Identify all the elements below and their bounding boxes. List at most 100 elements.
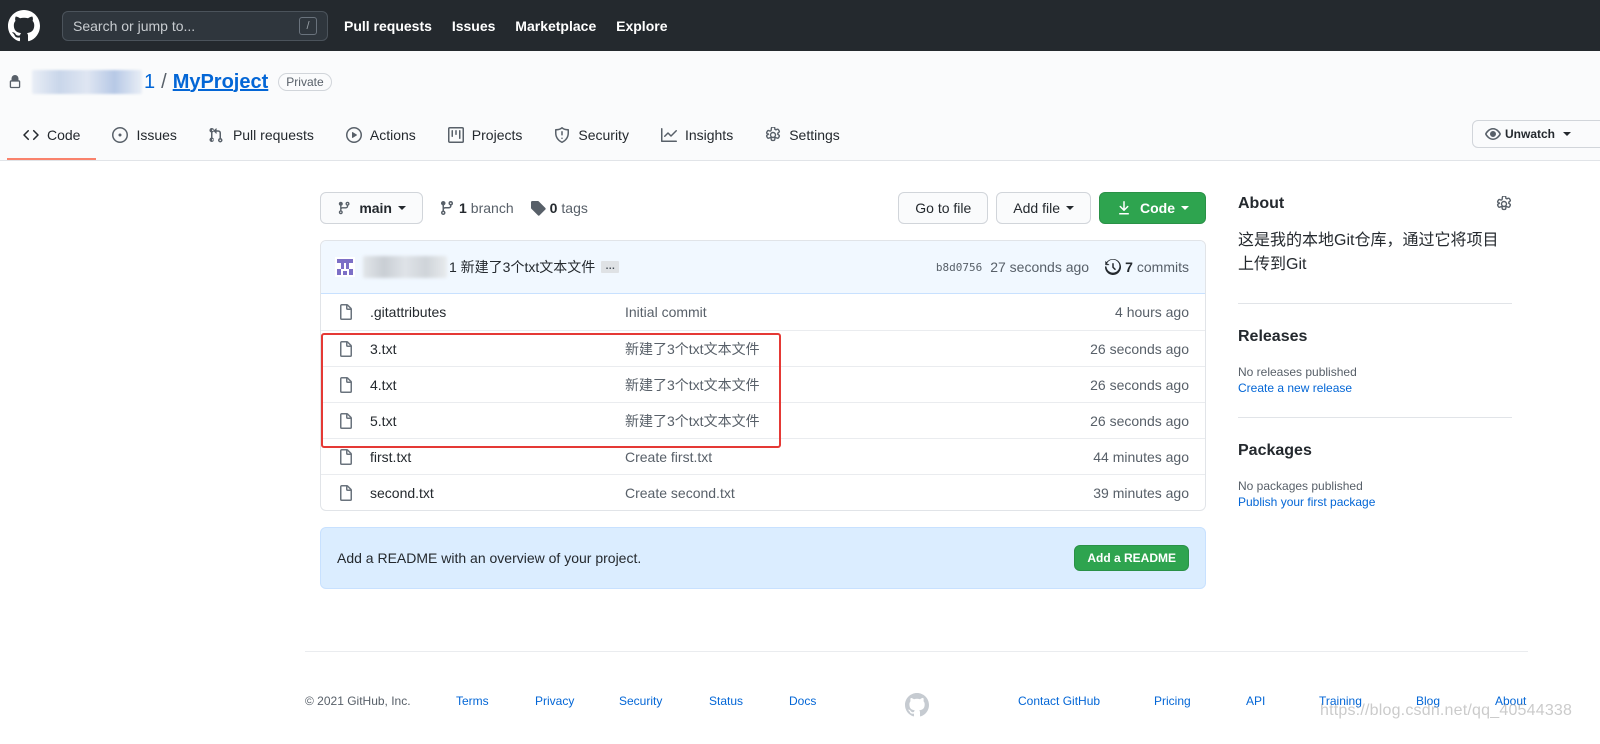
- tab-projects[interactable]: Projects: [432, 112, 539, 160]
- file-name-link[interactable]: first.txt: [370, 449, 625, 465]
- go-to-file-button[interactable]: Go to file: [898, 192, 989, 224]
- git-branch-icon: [338, 201, 350, 215]
- tab-issues[interactable]: Issues: [96, 112, 192, 160]
- file-icon: [338, 484, 354, 501]
- code-download-button[interactable]: Code: [1099, 192, 1206, 224]
- file-icon: [338, 304, 354, 320]
- repo-tabs: Code Issues Pull requests Actions Projec…: [7, 112, 856, 160]
- branches-link[interactable]: 1 branch: [439, 200, 514, 216]
- file-name-link[interactable]: 3.txt: [370, 341, 625, 357]
- tag-count: 0: [549, 200, 558, 216]
- no-releases-text: No releases published: [1238, 365, 1357, 379]
- file-commit-message[interactable]: Create first.txt: [625, 449, 1093, 465]
- tab-pull-requests[interactable]: Pull requests: [193, 112, 330, 160]
- repo-owner-blurred[interactable]: [32, 70, 142, 94]
- file-name-link[interactable]: .gitattributes: [370, 304, 625, 320]
- tab-insights[interactable]: Insights: [645, 112, 749, 160]
- avatar[interactable]: [335, 257, 355, 277]
- tab-security[interactable]: Security: [538, 112, 645, 160]
- file-commit-message[interactable]: 新建了3个txt文本文件: [625, 411, 1090, 431]
- releases-heading[interactable]: Releases: [1238, 328, 1512, 346]
- tab-actions-label: Actions: [369, 127, 416, 143]
- repo-owner-tail[interactable]: 1: [144, 71, 155, 94]
- file-row[interactable]: 3.txt 新建了3个txt文本文件 26 seconds ago: [321, 330, 1205, 366]
- footer-link-pricing[interactable]: Pricing: [1154, 694, 1191, 708]
- file-row[interactable]: first.txt Create first.txt 44 minutes ag…: [321, 438, 1205, 474]
- file-commit-message[interactable]: 新建了3个txt文本文件: [625, 375, 1090, 395]
- latest-commit-bar: 1 新建了3个txt文本文件 … b8d0756 27 seconds ago …: [321, 241, 1205, 294]
- tab-code[interactable]: Code: [7, 112, 97, 160]
- add-readme-button[interactable]: Add a README: [1074, 545, 1189, 571]
- commits-history-link[interactable]: 7 commits: [1105, 259, 1189, 275]
- shield-icon: [555, 127, 570, 143]
- add-file-button[interactable]: Add file: [996, 192, 1091, 224]
- branch-count: 1: [459, 200, 467, 216]
- visibility-badge: Private: [278, 73, 332, 91]
- nav-pull-requests[interactable]: Pull requests: [344, 18, 432, 34]
- nav-issues[interactable]: Issues: [452, 18, 496, 34]
- footer-link-contact[interactable]: Contact GitHub: [1018, 694, 1100, 708]
- github-logo-icon[interactable]: [8, 9, 40, 42]
- commit-author-blurred[interactable]: [363, 256, 447, 278]
- footer-copyright: © 2021 GitHub, Inc.: [305, 694, 411, 708]
- footer-link-security[interactable]: Security: [619, 694, 662, 708]
- file-commit-time: 26 seconds ago: [1090, 412, 1189, 429]
- file-name-link[interactable]: second.txt: [370, 485, 625, 501]
- tab-settings[interactable]: Settings: [749, 112, 856, 160]
- issue-opened-icon: [112, 127, 129, 143]
- unwatch-caret-icon: [1563, 132, 1572, 136]
- footer-link-privacy[interactable]: Privacy: [535, 694, 574, 708]
- publish-package-link[interactable]: Publish your first package: [1238, 495, 1512, 509]
- file-list: 1 新建了3个txt文本文件 … b8d0756 27 seconds ago …: [320, 240, 1206, 511]
- repo-toolbar: main 1 branch 0 tags Go to file Add file…: [320, 192, 1206, 224]
- file-row[interactable]: second.txt Create second.txt 39 minutes …: [321, 474, 1205, 510]
- tags-link[interactable]: 0 tags: [530, 200, 588, 216]
- file-commit-message[interactable]: 新建了3个txt文本文件: [625, 339, 1090, 359]
- code-button-label: Code: [1140, 200, 1175, 216]
- global-header: Search or jump to... / Pull requests Iss…: [0, 0, 1600, 51]
- nav-marketplace[interactable]: Marketplace: [515, 18, 596, 34]
- file-row[interactable]: 5.txt 新建了3个txt文本文件 26 seconds ago: [321, 402, 1205, 438]
- readme-prompt-text: Add a README with an overview of your pr…: [337, 550, 642, 566]
- code-icon: [23, 129, 39, 141]
- commit-expand-button[interactable]: …: [601, 261, 620, 273]
- file-row[interactable]: 4.txt 新建了3个txt文本文件 26 seconds ago: [321, 366, 1205, 402]
- file-commit-time: 26 seconds ago: [1090, 376, 1189, 393]
- graph-icon: [660, 128, 677, 142]
- file-navigation: main 1 branch 0 tags Go to file Add file…: [320, 192, 1206, 589]
- search-input[interactable]: Search or jump to... /: [62, 10, 328, 41]
- file-name-link[interactable]: 5.txt: [370, 413, 625, 429]
- file-commit-message[interactable]: Create second.txt: [625, 485, 1093, 501]
- readme-prompt: Add a README with an overview of your pr…: [320, 527, 1206, 589]
- gear-icon[interactable]: [1496, 196, 1512, 212]
- file-rows: .gitattributes Initial commit 4 hours ag…: [321, 294, 1205, 510]
- file-commit-time: 44 minutes ago: [1093, 448, 1189, 465]
- latest-commit-message[interactable]: 1 新建了3个txt文本文件: [449, 257, 595, 277]
- project-icon: [447, 127, 464, 143]
- footer-link-docs[interactable]: Docs: [789, 694, 816, 708]
- site-footer: © 2021 GitHub, Inc. Terms Privacy Securi…: [305, 651, 1528, 744]
- nav-explore[interactable]: Explore: [616, 18, 667, 34]
- unwatch-button[interactable]: Unwatch: [1472, 120, 1600, 148]
- tab-actions[interactable]: Actions: [330, 112, 432, 160]
- file-icon: [338, 448, 354, 465]
- footer-link-status[interactable]: Status: [709, 694, 743, 708]
- footer-link-api[interactable]: API: [1246, 694, 1265, 708]
- branch-select-button[interactable]: main: [320, 192, 423, 224]
- create-release-link[interactable]: Create a new release: [1238, 381, 1512, 395]
- git-branch-icon: [441, 200, 453, 216]
- packages-heading[interactable]: Packages: [1238, 442, 1512, 460]
- commit-sha[interactable]: b8d0756: [936, 261, 982, 274]
- watermark-text: https://blog.csdn.net/qq_40544338: [1320, 702, 1573, 719]
- pull-request-icon: [209, 127, 223, 143]
- commit-count-label: commits: [1136, 259, 1189, 275]
- github-mark-icon[interactable]: [905, 693, 929, 717]
- repo-name-link[interactable]: MyProject: [173, 71, 269, 94]
- file-commit-message[interactable]: Initial commit: [625, 304, 1115, 320]
- no-packages-text: No packages published: [1238, 479, 1363, 493]
- download-icon: [1119, 201, 1129, 215]
- eye-icon: [1485, 128, 1501, 140]
- file-name-link[interactable]: 4.txt: [370, 377, 625, 393]
- file-row[interactable]: .gitattributes Initial commit 4 hours ag…: [321, 294, 1205, 330]
- footer-link-terms[interactable]: Terms: [456, 694, 489, 708]
